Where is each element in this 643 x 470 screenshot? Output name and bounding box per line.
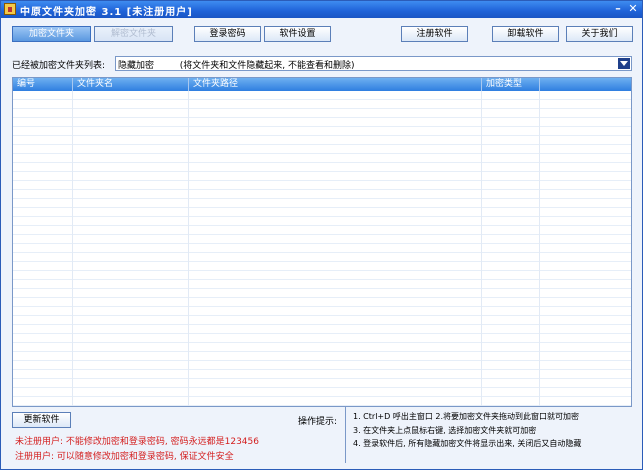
login-password-button[interactable]: 登录密码 xyxy=(194,26,261,42)
column-divider xyxy=(539,91,540,406)
hint-panel: 1. Ctrl+D 呼出主窗口 2.将要加密文件夹拖动到此窗口就可加密 3. 在… xyxy=(345,407,633,463)
unregistered-note: 未注册用户: 不能修改加密和登录密码, 密码永远都是123456 xyxy=(15,437,259,447)
register-button[interactable]: 注册软件 xyxy=(401,26,468,42)
main-window: 中原文件夹加密 3.1 [未注册用户] – ✕ 加密文件夹 解密文件夹 登录密码… xyxy=(0,0,643,470)
window-title: 中原文件夹加密 3.1 [未注册用户] xyxy=(20,7,193,18)
column-folder-name[interactable]: 文件夹名 xyxy=(73,78,189,91)
hint-line: 3. 在文件夹上点鼠标右键, 选择加密文件夹就可加密 xyxy=(353,426,537,435)
software-settings-button[interactable]: 软件设置 xyxy=(264,26,331,42)
column-id[interactable]: 编号 xyxy=(13,78,73,91)
close-icon[interactable]: ✕ xyxy=(626,2,640,16)
update-software-button[interactable]: 更新软件 xyxy=(12,412,71,428)
encryption-mode-select[interactable]: 隐藏加密 (将文件夹和文件隐藏起来, 不能查看和删除) xyxy=(115,56,632,71)
column-divider xyxy=(72,91,73,406)
minimize-icon[interactable]: – xyxy=(611,2,625,16)
encrypted-folder-table[interactable]: 编号 文件夹名 文件夹路径 加密类型 xyxy=(12,77,632,407)
registered-note: 注册用户: 可以随意修改加密和登录密码, 保证文件安全 xyxy=(15,452,234,462)
decrypt-folder-button[interactable]: 解密文件夹 xyxy=(94,26,173,42)
column-folder-path[interactable]: 文件夹路径 xyxy=(189,78,482,91)
title-bar[interactable]: 中原文件夹加密 3.1 [未注册用户] – ✕ xyxy=(1,1,642,18)
column-divider xyxy=(481,91,482,406)
encrypt-folder-button[interactable]: 加密文件夹 xyxy=(12,26,91,42)
hint-line: 1. Ctrl+D 呼出主窗口 2.将要加密文件夹拖动到此窗口就可加密 xyxy=(353,412,579,421)
column-divider xyxy=(188,91,189,406)
hint-line: 4. 登录软件后, 所有隐藏加密文件将显示出来, 关闭后又自动隐藏 xyxy=(353,439,582,448)
about-button[interactable]: 关于我们 xyxy=(566,26,633,42)
chevron-down-icon[interactable] xyxy=(618,58,630,69)
column-encrypt-type[interactable]: 加密类型 xyxy=(482,78,540,91)
encrypted-list-label: 已经被加密文件夹列表: xyxy=(12,61,106,71)
hint-title: 操作提示: xyxy=(298,417,338,427)
encryption-mode-value: 隐藏加密 (将文件夹和文件隐藏起来, 不能查看和删除) xyxy=(118,61,355,71)
table-header: 编号 文件夹名 文件夹路径 加密类型 xyxy=(13,78,631,91)
app-lock-icon xyxy=(4,3,16,15)
uninstall-button[interactable]: 卸载软件 xyxy=(492,26,559,42)
